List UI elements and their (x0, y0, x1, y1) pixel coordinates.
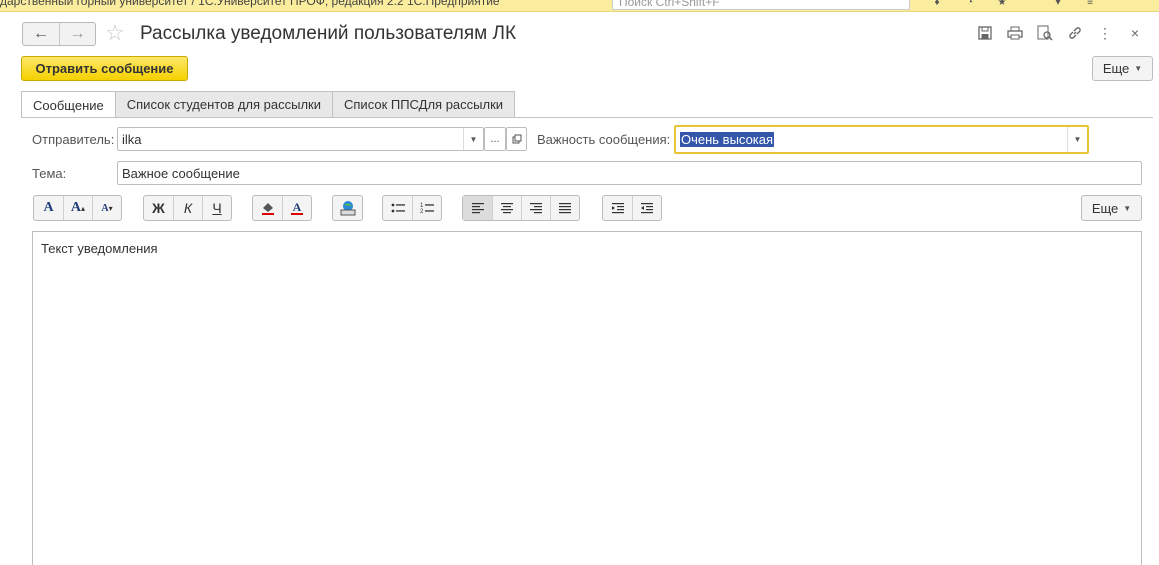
importance-field[interactable]: Очень высокая ▼ (674, 125, 1089, 154)
italic-button[interactable]: К (173, 196, 202, 220)
bullet-list-icon[interactable] (383, 196, 412, 220)
tab-bar: Сообщение Список студентов для рассылки … (21, 91, 516, 118)
tab-message[interactable]: Сообщение (21, 91, 116, 118)
favorites-icon[interactable]: ★ (996, 0, 1008, 8)
importance-value: Очень высокая (680, 132, 775, 147)
indent-increase-icon[interactable] (603, 196, 632, 220)
font-icon[interactable]: A (34, 196, 63, 220)
decrease-font-icon[interactable]: A ▾ (92, 196, 121, 220)
svg-text:A: A (293, 200, 302, 214)
preview-icon[interactable] (1035, 24, 1055, 42)
more-actions-button[interactable]: Еще ▼ (1092, 56, 1153, 81)
save-icon[interactable] (975, 24, 995, 42)
sender-value: ilka (122, 131, 142, 147)
underline-button[interactable]: Ч (202, 196, 231, 220)
subject-label: Тема: (32, 166, 67, 181)
chevron-down-icon[interactable]: ▼ (463, 128, 483, 150)
send-message-button[interactable]: Отравить сообщение (21, 56, 188, 81)
navigation-buttons: ← → (22, 22, 96, 46)
list-group: 12 (382, 195, 442, 221)
indent-decrease-icon[interactable] (632, 196, 661, 220)
subject-field[interactable]: Важное сообщение (117, 161, 1142, 185)
numbered-list-icon[interactable]: 12 (412, 196, 441, 220)
color-group: A (252, 195, 312, 221)
subject-value: Важное сообщение (122, 165, 240, 181)
sender-select-button[interactable]: ... (484, 127, 506, 151)
sender-field[interactable]: ilka ▼ (117, 127, 484, 151)
sender-label: Отправитель: (32, 132, 115, 147)
importance-label: Важность сообщения: (537, 132, 671, 147)
insert-image-icon[interactable] (333, 196, 362, 220)
open-icon[interactable] (506, 127, 527, 151)
more-vertical-icon[interactable]: ⋮ (1095, 24, 1115, 42)
align-right-icon[interactable] (521, 196, 550, 220)
tab-students-list[interactable]: Список студентов для рассылки (114, 91, 333, 117)
align-justify-icon[interactable] (550, 196, 579, 220)
dropdown-arrow-icon: ▼ (1123, 203, 1132, 213)
global-search-input[interactable]: Поиск Ctrl+Shift+F (612, 0, 910, 10)
increase-font-icon[interactable]: A ▴ (63, 196, 92, 220)
history-icon[interactable]: ◔ (964, 0, 976, 8)
font-glyph: A (101, 202, 109, 214)
svg-text:2: 2 (420, 209, 424, 215)
tab-divider (21, 117, 1153, 118)
forward-button[interactable]: → (59, 23, 95, 45)
app-title: дарственный горный университет / 1С:Унив… (0, 0, 500, 8)
chevron-down-icon[interactable]: ▼ (1067, 127, 1087, 152)
menu-icon[interactable]: ≡ (1084, 0, 1096, 8)
back-button[interactable]: ← (23, 23, 59, 45)
align-left-icon[interactable] (463, 196, 492, 220)
font-size-group: A A ▴ A ▾ (33, 195, 122, 221)
tab-teachers-list[interactable]: Список ППСДля рассылки (332, 91, 516, 117)
app-title-bar: дарственный горный университет / 1С:Унив… (0, 0, 1159, 12)
dropdown-arrow-icon: ▼ (1134, 64, 1143, 73)
toolbar-more-label: Еще (1091, 200, 1119, 216)
indent-group (602, 195, 662, 221)
toolbar-more-button[interactable]: Еще ▼ (1081, 195, 1142, 221)
close-icon[interactable]: × (1125, 24, 1145, 42)
link-icon[interactable] (1065, 24, 1085, 42)
header-icons: ⋮ × (975, 24, 1145, 42)
favorite-star-icon[interactable]: ☆ (105, 21, 125, 45)
message-editor[interactable]: Текст уведомления (32, 231, 1142, 565)
text-color-icon[interactable]: A (282, 196, 311, 220)
bell-icon[interactable]: ♦ (931, 0, 943, 8)
chevron-down-icon[interactable]: ▾ (1052, 0, 1064, 8)
text-style-group: Ж К Ч (143, 195, 232, 221)
align-center-icon[interactable] (492, 196, 521, 220)
font-glyph: A (43, 200, 54, 215)
more-actions-label: Еще (1102, 61, 1130, 76)
align-group (462, 195, 580, 221)
fill-color-icon[interactable] (253, 196, 282, 220)
editor-text: Текст уведомления (41, 241, 158, 256)
insert-group (332, 195, 363, 221)
page-title: Рассылка уведомлений пользователям ЛК (140, 23, 517, 44)
bold-button[interactable]: Ж (144, 196, 173, 220)
print-icon[interactable] (1005, 24, 1025, 42)
font-glyph: A (70, 200, 82, 215)
